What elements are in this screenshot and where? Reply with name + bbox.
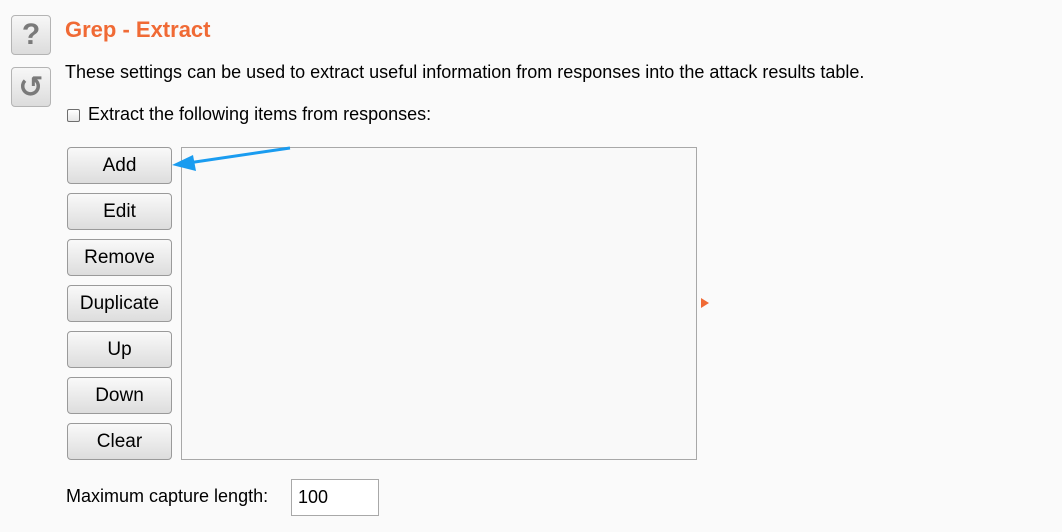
up-button[interactable]: Up <box>67 331 172 368</box>
max-capture-length-input[interactable] <box>291 479 379 516</box>
section-description: These settings can be used to extract us… <box>65 62 865 82</box>
section-title: Grep - Extract <box>65 17 211 42</box>
grep-extract-panel: ? ↺ Grep - Extract These settings can be… <box>0 0 1062 532</box>
extract-items-list[interactable] <box>181 147 697 460</box>
expand-arrow-icon[interactable] <box>701 298 709 308</box>
extract-checkbox-label: Extract the following items from respons… <box>88 104 432 124</box>
duplicate-button[interactable]: Duplicate <box>67 285 172 322</box>
edit-button[interactable]: Edit <box>67 193 172 230</box>
restore-defaults-button[interactable]: ↺ <box>11 67 51 107</box>
extract-checkbox-row[interactable]: Extract the following items from respons… <box>67 104 431 125</box>
down-button[interactable]: Down <box>67 377 172 414</box>
refresh-icon: ↺ <box>18 70 44 104</box>
question-icon: ? <box>21 18 41 51</box>
clear-button[interactable]: Clear <box>67 423 172 460</box>
extract-checkbox[interactable] <box>67 108 80 122</box>
max-capture-length-label: Maximum capture length: <box>66 486 269 506</box>
add-button[interactable]: Add <box>67 147 172 184</box>
remove-button[interactable]: Remove <box>67 239 172 276</box>
help-button[interactable]: ? <box>11 15 51 55</box>
